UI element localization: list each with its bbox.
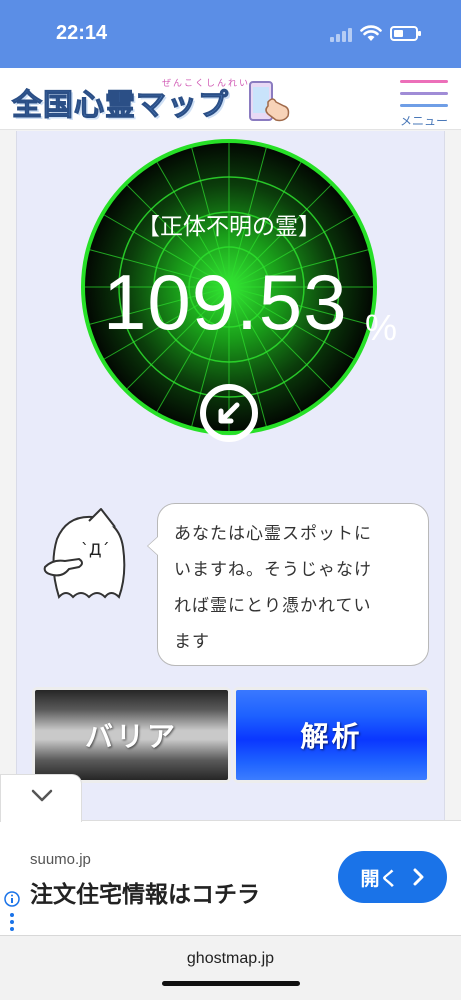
wifi-icon — [360, 25, 382, 41]
ad-banner[interactable]: suumo.jp 注文住宅情報はコチラ 開く — [0, 820, 461, 935]
direction-arrow-icon — [200, 384, 258, 442]
svg-text:`Д´: `Д´ — [81, 540, 110, 559]
status-bar: 22:14 — [0, 0, 461, 68]
ad-open-button[interactable]: 開く — [338, 851, 447, 903]
hamburger-bar-middle — [400, 92, 448, 95]
site-logo-subtitle: ぜんこくしんれい — [162, 79, 251, 89]
ad-headline[interactable]: 注文住宅情報はコチラ — [30, 875, 260, 909]
chevron-down-icon — [31, 789, 53, 802]
info-icon[interactable] — [4, 891, 20, 931]
menu-button[interactable]: メニュー — [396, 76, 452, 128]
ad-source: suumo.jp — [30, 851, 91, 868]
site-header: 全国心霊マップ ぜんこくしんれい メニュー — [0, 68, 461, 130]
ad-open-label: 開く — [360, 867, 399, 890]
speech-line: いますね。そうじゃなけ — [174, 560, 372, 580]
speech-line: れば霊にとり憑かれてい — [174, 596, 372, 616]
radar-display: 【正体不明の霊】 109.53 % — [79, 137, 397, 442]
battery-icon — [390, 26, 421, 41]
radar-unit: % — [365, 307, 398, 348]
browser-bottom-bar: ghostmap.jp — [0, 935, 461, 1000]
signal-icon — [330, 28, 354, 42]
status-time: 22:14 — [56, 22, 108, 44]
chevron-right-icon — [413, 868, 423, 886]
radar-percentage: 109.53 — [103, 258, 348, 346]
phone-hand-icon — [249, 81, 290, 122]
home-indicator[interactable] — [162, 981, 300, 986]
hamburger-bar-bottom — [400, 104, 448, 107]
radar-title: 【正体不明の霊】 — [137, 214, 321, 240]
speech-line: ます — [174, 632, 210, 652]
analyze-button[interactable]: 解析 — [233, 687, 430, 783]
speech-text: あなたは心霊スポットに いますね。そうじゃなけ れば霊にとり憑かれてい ます — [174, 516, 414, 660]
ghost-character: `Д´ — [43, 508, 126, 600]
speech-line: あなたは心霊スポットに — [174, 524, 372, 544]
url-display[interactable]: ghostmap.jp — [0, 950, 461, 968]
menu-label: メニュー — [399, 114, 448, 128]
speech-bubble: あなたは心霊スポットに いますね。そうじゃなけ れば霊にとり憑かれてい ます — [147, 503, 429, 666]
ad-collapse-tab[interactable] — [0, 774, 82, 822]
barrier-button[interactable]: バリア — [32, 687, 231, 783]
main-content: 【正体不明の霊】 109.53 % `Д´ あなたは心霊スポットに いますね。そ… — [16, 131, 445, 821]
hamburger-menu-icon — [400, 80, 448, 83]
